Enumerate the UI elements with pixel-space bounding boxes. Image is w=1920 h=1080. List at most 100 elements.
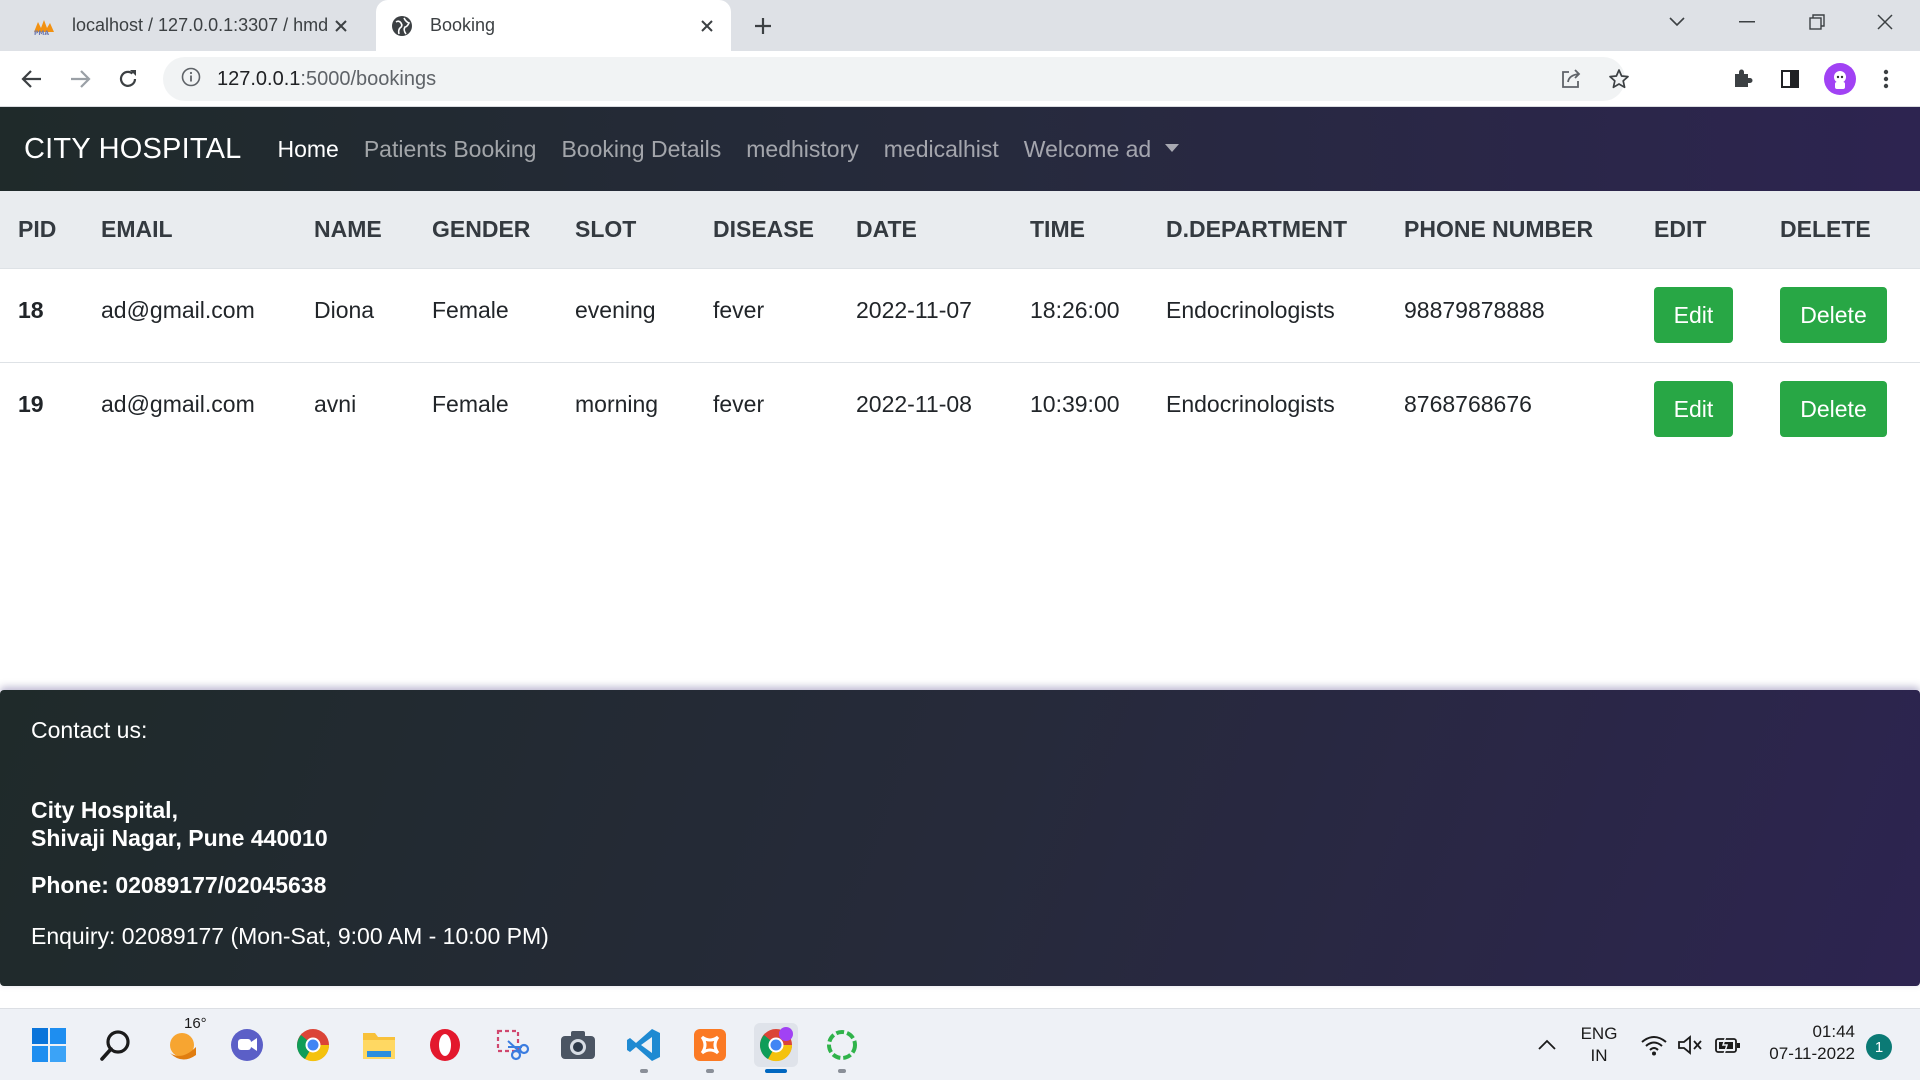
url-host: 127.0.0.1 [217, 67, 301, 90]
tab-title: Booking [430, 15, 496, 35]
wifi-icon[interactable] [1636, 1023, 1672, 1067]
nav-booking-details[interactable]: Booking Details [561, 136, 721, 163]
close-icon[interactable] [327, 12, 355, 40]
bookmark-star-icon[interactable] [1603, 63, 1635, 95]
delete-button[interactable]: Delete [1780, 380, 1887, 437]
header-edit: EDIT [1654, 191, 1780, 269]
nav-home[interactable]: Home [277, 136, 338, 163]
cell-gender: Female [432, 268, 575, 363]
cell-disease: fever [713, 390, 765, 417]
table-row: 19 ad@gmail.com avni Female morning feve… [0, 362, 1920, 456]
file-explorer-icon[interactable] [357, 1023, 401, 1067]
phpmyadmin-icon: PMA [32, 14, 56, 38]
side-panel-icon[interactable] [1772, 61, 1808, 97]
forward-button[interactable] [62, 61, 98, 97]
user-menu-dropdown[interactable]: Welcome ad [1024, 136, 1180, 163]
language-indicator[interactable]: ENG IN [1572, 1023, 1626, 1067]
chrome-profile-icon[interactable] [754, 1023, 798, 1073]
caret-down-icon [1165, 144, 1180, 153]
edit-button[interactable]: Edit [1654, 380, 1733, 437]
cell-date: 2022-11-07 [856, 268, 1030, 363]
xampp-icon[interactable] [688, 1023, 732, 1073]
header-delete: DELETE [1780, 191, 1920, 269]
footer-phone: Phone: 02089177/02045638 [31, 872, 327, 898]
search-icon[interactable] [94, 1023, 138, 1067]
tab-phpmyadmin[interactable]: PMA localhost / 127.0.0.1:3307 / hmdf [20, 0, 365, 51]
brand-logo[interactable]: CITY HOSPITAL [24, 133, 241, 166]
chrome-icon[interactable] [291, 1023, 335, 1067]
close-window-button[interactable] [1850, 0, 1920, 44]
battery-icon[interactable] [1708, 1023, 1748, 1067]
close-icon[interactable] [693, 12, 721, 40]
header-pid: PID [0, 191, 101, 269]
chrome-menu-icon[interactable] [1868, 61, 1904, 97]
nav-patients-booking[interactable]: Patients Booking [364, 136, 537, 163]
cell-time: 18:26:00 [1030, 268, 1166, 363]
vscode-icon[interactable] [622, 1023, 666, 1073]
volume-muted-icon[interactable] [1672, 1023, 1708, 1067]
cell-department: Endocrinologists [1166, 268, 1404, 363]
cell-slot: evening [575, 268, 713, 363]
edit-button[interactable]: Edit [1654, 286, 1733, 343]
cell-pid: 18 [0, 268, 101, 363]
cell-name: avni [314, 390, 357, 417]
active-indicator [765, 1069, 787, 1073]
new-tab-button[interactable] [748, 11, 778, 41]
minimize-button[interactable] [1712, 0, 1782, 44]
nav-medhistory[interactable]: medhistory [746, 136, 858, 163]
address-bar[interactable]: 127.0.0.1:5000/bookings [163, 57, 1629, 101]
clock-date: 07-11-2022 [1769, 1044, 1855, 1063]
notification-badge[interactable]: 1 [1866, 1034, 1892, 1060]
running-indicator [706, 1069, 714, 1073]
cell-delete: Delete [1780, 268, 1920, 363]
loading-app-icon[interactable] [820, 1023, 864, 1073]
nav-medicalhist[interactable]: medicalhist [884, 136, 999, 163]
profile-avatar[interactable] [1824, 63, 1856, 95]
info-icon[interactable] [181, 67, 201, 92]
delete-button[interactable]: Delete [1780, 286, 1887, 343]
cell-email: ad@gmail.com [101, 268, 314, 363]
region-code: IN [1590, 1046, 1608, 1065]
camera-icon[interactable] [556, 1023, 600, 1067]
extensions-icon[interactable] [1724, 61, 1760, 97]
browser-tab-strip: PMA localhost / 127.0.0.1:3307 / hmdf Bo… [0, 0, 1920, 51]
header-slot: SLOT [575, 191, 713, 269]
footer-contact-heading: Contact us: [31, 717, 148, 743]
cell-phone: 8768768676 [1404, 390, 1532, 417]
footer-address: City Hospital, Shivaji Nagar, Pune 44001… [31, 796, 328, 852]
header-department: D.DEPARTMENT [1166, 191, 1404, 269]
tab-title: localhost / 127.0.0.1:3307 / hmdf [72, 15, 327, 35]
start-windows-icon[interactable] [27, 1023, 71, 1067]
header-name: NAME [314, 191, 432, 269]
reload-button[interactable] [110, 61, 146, 97]
back-button[interactable] [14, 61, 50, 97]
url-text: 127.0.0.1:5000/bookings [217, 68, 436, 91]
windows-taskbar: 16° ENG IN 01:44 07-11-2022 [0, 1008, 1920, 1080]
header-disease: DISEASE [713, 191, 856, 269]
globe-icon [390, 14, 414, 38]
snipping-tool-icon[interactable] [490, 1023, 534, 1067]
clock[interactable]: 01:44 07-11-2022 [1755, 1021, 1855, 1065]
site-footer: Contact us: City Hospital, Shivaji Nagar… [0, 690, 1920, 986]
cell-email: ad@gmail.com [101, 390, 255, 417]
header-date: DATE [856, 191, 1030, 269]
weather-temp: 16° [184, 1015, 207, 1032]
share-icon[interactable] [1555, 63, 1587, 95]
cell-delete: Delete [1780, 362, 1920, 456]
cell-time: 10:39:00 [1030, 390, 1120, 417]
restore-button[interactable] [1782, 0, 1852, 44]
show-hidden-icons-chevron-icon[interactable] [1525, 1023, 1569, 1067]
bookings-table: PID EMAIL NAME GENDER SLOT DISEASE DATE … [0, 191, 1920, 456]
table-row: 18 ad@gmail.com Diona Female evening fev… [0, 268, 1920, 363]
tab-search-button[interactable] [1642, 0, 1712, 44]
cell-name: Diona [314, 268, 432, 363]
header-gender: GENDER [432, 191, 575, 269]
cell-disease: fever [713, 268, 856, 363]
clock-time: 01:44 [1812, 1022, 1855, 1041]
weather-icon[interactable]: 16° [160, 1015, 207, 1067]
footer-address-line1: City Hospital, [31, 797, 178, 823]
cell-date: 2022-11-08 [856, 390, 972, 417]
teams-chat-icon[interactable] [225, 1023, 269, 1067]
tab-booking[interactable]: Booking [376, 0, 731, 51]
opera-icon[interactable] [423, 1023, 467, 1067]
